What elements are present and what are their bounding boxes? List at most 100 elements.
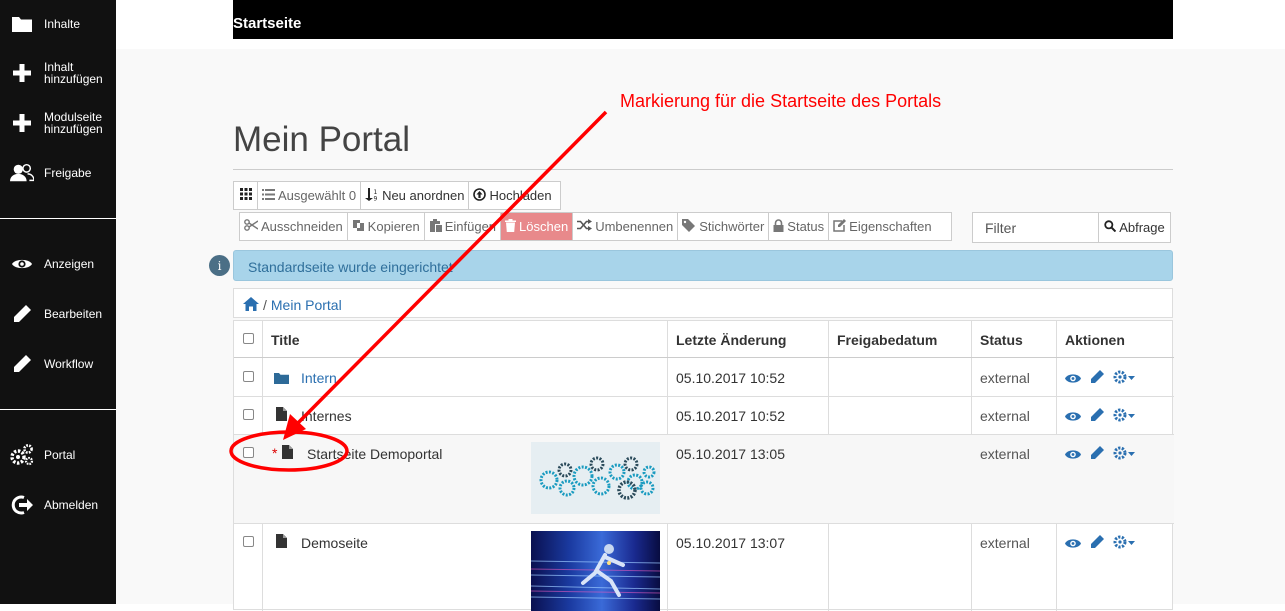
tags-button[interactable]: Stichwörter xyxy=(678,213,770,240)
breadcrumb-current[interactable]: Mein Portal xyxy=(271,297,342,313)
status-button[interactable]: Status xyxy=(769,213,830,240)
users-icon xyxy=(10,161,34,185)
sidebar-item-label: Anzeigen xyxy=(44,257,95,271)
sidebar-item-inhalt-hinzufuegen[interactable]: Inhalt hinzufügen xyxy=(0,60,116,86)
sidebar-divider xyxy=(0,218,116,219)
view-icon[interactable] xyxy=(1065,371,1081,389)
sidebar-item-freigabe[interactable]: Freigabe xyxy=(0,161,116,185)
column-header-actions: Aktionen xyxy=(1065,332,1125,348)
row-title[interactable]: Demoseite xyxy=(301,535,368,551)
top-bar: Startseite xyxy=(233,0,1173,39)
rename-button[interactable]: Umbenennen xyxy=(573,213,679,240)
search-icon xyxy=(1104,220,1117,235)
row-status: external xyxy=(980,446,1030,462)
row-divider xyxy=(234,523,1174,524)
cut-label: Ausschneiden xyxy=(261,219,343,234)
row-modified: 05.10.2017 13:05 xyxy=(676,446,785,462)
edit-icon[interactable] xyxy=(1090,370,1104,389)
home-icon[interactable] xyxy=(243,296,259,314)
info-icon: i xyxy=(209,255,230,276)
scissors-icon xyxy=(244,219,259,234)
plus-icon xyxy=(10,61,34,85)
copy-button[interactable]: Kopieren xyxy=(348,213,425,240)
edit-icon[interactable] xyxy=(1090,446,1104,465)
row-checkbox[interactable] xyxy=(243,371,254,382)
sidebar-item-label: Portal xyxy=(44,448,76,462)
row-actions xyxy=(1065,535,1135,554)
sidebar-item-label: Freigabe xyxy=(44,166,92,180)
view-icon[interactable] xyxy=(1065,447,1081,465)
sidebar-divider xyxy=(0,409,116,410)
list-icon xyxy=(262,188,275,203)
page-title: Mein Portal xyxy=(233,120,411,159)
row-modified: 05.10.2017 10:52 xyxy=(676,408,785,424)
row-modified: 05.10.2017 10:52 xyxy=(676,370,785,386)
sidebar-item-label: Inhalt hinzufügen xyxy=(44,60,103,86)
settings-dropdown-icon[interactable] xyxy=(1113,535,1135,554)
upload-label: Hochladen xyxy=(489,188,552,203)
row-modified: 05.10.2017 13:07 xyxy=(676,535,785,551)
divider xyxy=(233,169,1173,170)
row-actions xyxy=(1065,446,1135,465)
select-all-checkbox[interactable] xyxy=(243,333,254,344)
row-checkbox[interactable] xyxy=(243,447,254,458)
sidebar-item-abmelden[interactable]: Abmelden xyxy=(0,493,116,517)
pencil-icon xyxy=(10,302,34,326)
properties-button[interactable]: Eigenschaften xyxy=(829,213,935,240)
selected-count-label: Ausgewählt 0 xyxy=(278,188,357,203)
column-header-status[interactable]: Status xyxy=(980,332,1023,348)
settings-dropdown-icon[interactable] xyxy=(1113,446,1135,465)
document-icon xyxy=(282,445,293,462)
row-title-link[interactable]: Intern xyxy=(301,370,337,386)
settings-dropdown-icon[interactable] xyxy=(1113,370,1135,389)
folder-icon xyxy=(10,12,34,36)
selected-count-button[interactable]: Ausgewählt 0 xyxy=(258,182,362,209)
edit-icon[interactable] xyxy=(1090,408,1104,427)
paste-button[interactable]: Einfügen xyxy=(425,213,502,240)
sidebar-item-portal[interactable]: Portal xyxy=(0,443,116,467)
lock-icon xyxy=(773,218,784,235)
plus-icon xyxy=(10,111,34,135)
sidebar-item-workflow[interactable]: Workflow xyxy=(0,352,116,376)
sidebar-item-label: Workflow xyxy=(44,357,94,371)
column-header-modified[interactable]: Letzte Änderung xyxy=(676,332,786,348)
grid-view-button[interactable] xyxy=(234,182,258,209)
logout-icon xyxy=(10,493,34,517)
edit-icon[interactable] xyxy=(1090,535,1104,554)
filter-group: Abfrage xyxy=(972,212,1171,243)
content-table: Title Letzte Änderung Freigabedatum Stat… xyxy=(233,320,1174,611)
view-icon[interactable] xyxy=(1065,409,1081,427)
row-checkbox[interactable] xyxy=(243,409,254,420)
gears-thumbnail-image xyxy=(531,442,660,514)
row-status: external xyxy=(980,535,1030,551)
sidebar-item-modulseite-hinzufuegen[interactable]: Modulseite hinzufügen xyxy=(0,110,116,136)
reorder-label: Neu anordnen xyxy=(382,188,465,203)
properties-label: Eigenschaften xyxy=(849,219,932,234)
row-title[interactable]: Internes xyxy=(301,408,352,424)
upload-icon xyxy=(473,187,487,204)
runner-thumbnail-image xyxy=(531,531,660,611)
copy-icon xyxy=(352,219,365,235)
row-status: external xyxy=(980,408,1030,424)
pencil-icon xyxy=(10,352,34,376)
settings-dropdown-icon[interactable] xyxy=(1113,408,1135,427)
column-header-title[interactable]: Title xyxy=(271,332,300,348)
tags-label: Stichwörter xyxy=(699,219,765,234)
front-page-marker: * xyxy=(272,445,278,461)
sidebar-item-inhalte[interactable]: Inhalte xyxy=(0,12,116,36)
row-title[interactable]: Startseite Demoportal xyxy=(307,446,442,462)
delete-button[interactable]: Löschen xyxy=(501,213,574,240)
row-checkbox[interactable] xyxy=(243,536,254,547)
column-header-published[interactable]: Freigabedatum xyxy=(837,332,937,348)
reorder-button[interactable]: 19 Neu anordnen xyxy=(361,182,470,209)
upload-button[interactable]: Hochladen xyxy=(469,182,555,209)
cut-button[interactable]: Ausschneiden xyxy=(240,213,348,240)
sidebar-item-label: Abmelden xyxy=(44,498,99,512)
sidebar-item-bearbeiten[interactable]: Bearbeiten xyxy=(0,302,116,326)
view-icon[interactable] xyxy=(1065,536,1081,554)
delete-label: Löschen xyxy=(519,219,569,234)
sidebar-item-anzeigen[interactable]: Anzeigen xyxy=(0,252,116,276)
filter-input[interactable] xyxy=(973,213,1099,242)
svg-text:9: 9 xyxy=(374,195,378,201)
query-button[interactable]: Abfrage xyxy=(1099,213,1170,242)
